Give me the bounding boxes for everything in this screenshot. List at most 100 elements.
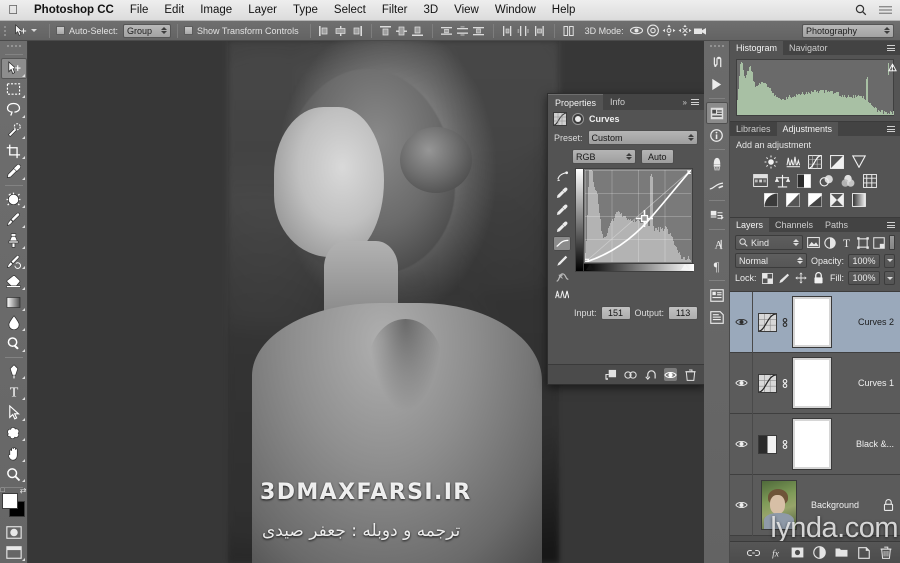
search-icon[interactable] <box>855 4 867 16</box>
edit-points-curve-icon[interactable] <box>553 236 571 251</box>
type-filter-icon[interactable]: T <box>840 235 852 250</box>
input-field[interactable]: 151 <box>601 306 631 320</box>
layer-row-black-and-white[interactable]: Black &... <box>730 414 900 475</box>
color-lookup-icon[interactable] <box>863 173 878 188</box>
dock-grip[interactable] <box>710 41 724 51</box>
menu-item-layer[interactable]: Layer <box>240 0 285 21</box>
layer-mask-thumbnail[interactable] <box>793 419 831 469</box>
black-input-slider[interactable] <box>586 264 594 270</box>
tool-preset-caret-icon[interactable] <box>31 29 37 32</box>
histogram-graph[interactable]: ⚠ <box>736 59 894 116</box>
layer-visibility-icon[interactable] <box>730 378 752 388</box>
black-and-white-icon[interactable] <box>797 173 812 188</box>
auto-select-checkbox[interactable] <box>56 26 65 35</box>
tab-paths[interactable]: Paths <box>819 218 854 232</box>
distribute-top-edges-icon[interactable] <box>439 23 455 39</box>
delete-layer-icon[interactable] <box>879 546 892 559</box>
apple-logo-icon[interactable]:  <box>0 3 26 18</box>
align-top-edges-icon[interactable] <box>378 23 394 39</box>
align-bottom-edges-icon[interactable] <box>410 23 426 39</box>
tab-adjustments[interactable]: Adjustments <box>777 122 839 136</box>
layer-row-curves-2[interactable]: Curves 2 <box>730 292 900 353</box>
gray-point-eyedropper-icon[interactable] <box>553 202 571 217</box>
distribute-left-edges-icon[interactable] <box>500 23 516 39</box>
menu-item-view[interactable]: View <box>446 0 487 21</box>
3d-camera-icon[interactable] <box>693 23 709 39</box>
spot-healing-brush-tool[interactable] <box>1 189 27 210</box>
lasso-tool[interactable] <box>1 100 27 121</box>
invert-icon[interactable] <box>764 192 779 207</box>
layers-panel-menu-icon[interactable] <box>887 218 900 232</box>
fill-field[interactable]: 100% <box>848 271 880 285</box>
clone-stamp-tool[interactable] <box>1 230 27 251</box>
menu-item-photoshop[interactable]: Photoshop CC <box>26 0 122 21</box>
gradient-tool[interactable] <box>1 292 27 313</box>
exposure-icon[interactable] <box>830 154 845 169</box>
link-layers-icon[interactable] <box>747 546 760 559</box>
paragraph-icon[interactable]: ¶ <box>706 255 728 277</box>
selective-color-icon[interactable] <box>830 192 845 207</box>
toggle-layer-visibility-icon[interactable] <box>664 368 677 381</box>
3d-slide-icon[interactable] <box>677 23 693 39</box>
output-field[interactable]: 113 <box>668 306 698 320</box>
color-balance-icon[interactable] <box>775 173 790 188</box>
white-input-slider[interactable] <box>681 264 689 270</box>
menu-item-file[interactable]: File <box>122 0 157 21</box>
draw-curve-pencil-icon[interactable] <box>553 253 571 268</box>
quick-selection-tool[interactable] <box>1 120 27 141</box>
screen-mode-button[interactable] <box>1 542 27 563</box>
black-and-white-adjustment-thumbnail[interactable] <box>758 435 777 454</box>
curves-icon[interactable] <box>808 154 823 169</box>
layer-row-curves-1[interactable]: Curves 1 <box>730 353 900 414</box>
lock-transparent-pixels-icon[interactable] <box>761 272 774 285</box>
lock-position-icon[interactable] <box>795 272 808 285</box>
path-selection-tool[interactable] <box>1 402 27 423</box>
reset-icon[interactable] <box>644 368 657 381</box>
menu-item-edit[interactable]: Edit <box>156 0 192 21</box>
tab-properties[interactable]: Properties <box>548 94 603 110</box>
align-right-edges-icon[interactable] <box>349 23 365 39</box>
new-group-icon[interactable] <box>835 546 848 559</box>
threshold-icon[interactable] <box>808 192 823 207</box>
brush-settings-icon[interactable] <box>706 175 728 197</box>
menu-item-window[interactable]: Window <box>487 0 544 21</box>
distribute-right-edges-icon[interactable] <box>532 23 548 39</box>
curves-adjustment-thumbnail[interactable] <box>758 374 777 393</box>
black-point-eyedropper-icon[interactable] <box>553 185 571 200</box>
tools-panel-grip[interactable] <box>7 41 21 51</box>
properties-icon[interactable] <box>706 102 728 124</box>
menu-item-3d[interactable]: 3D <box>415 0 446 21</box>
tab-channels[interactable]: Channels <box>769 218 819 232</box>
layer-mask-thumbnail[interactable] <box>793 358 831 408</box>
levels-icon[interactable] <box>786 154 801 169</box>
uncached-data-warning-icon[interactable]: ⚠ <box>888 63 889 75</box>
type-tool[interactable]: T <box>1 381 27 402</box>
show-transform-controls-checkbox[interactable] <box>184 26 193 35</box>
smooth-curve-icon[interactable] <box>553 270 571 285</box>
workspace-dropdown[interactable]: Photography <box>802 24 894 38</box>
panel-menu-icon[interactable] <box>691 99 699 105</box>
auto-button[interactable]: Auto <box>641 149 674 164</box>
blend-mode-dropdown[interactable]: Normal <box>735 253 807 268</box>
adjustment-filter-icon[interactable] <box>824 235 836 250</box>
history-brush-tool[interactable] <box>1 251 27 272</box>
curves-graph[interactable] <box>575 168 693 272</box>
eyedropper-tool[interactable] <box>1 161 27 182</box>
list-icon[interactable] <box>879 5 892 15</box>
blur-tool[interactable] <box>1 313 27 334</box>
layer-link-icon[interactable] <box>781 438 789 451</box>
fill-dropdown-arrow-icon[interactable] <box>884 271 895 285</box>
layer-filter-toggle[interactable] <box>889 235 895 250</box>
new-adjustment-layer-icon[interactable] <box>813 546 826 559</box>
hand-tool[interactable] <box>1 443 27 464</box>
zoom-tool[interactable] <box>1 464 27 485</box>
menu-item-type[interactable]: Type <box>285 0 326 21</box>
auto-select-group-dropdown[interactable]: Group <box>123 24 171 38</box>
tab-layers[interactable]: Layers <box>730 218 769 232</box>
pen-tool[interactable] <box>1 361 27 382</box>
character-icon[interactable]: A <box>706 233 728 255</box>
color-swatches[interactable]: □ ⇄ <box>1 493 27 517</box>
layer-link-icon[interactable] <box>781 377 789 390</box>
photo-filter-icon[interactable] <box>819 173 834 188</box>
background-layer-thumbnail[interactable] <box>761 480 797 530</box>
